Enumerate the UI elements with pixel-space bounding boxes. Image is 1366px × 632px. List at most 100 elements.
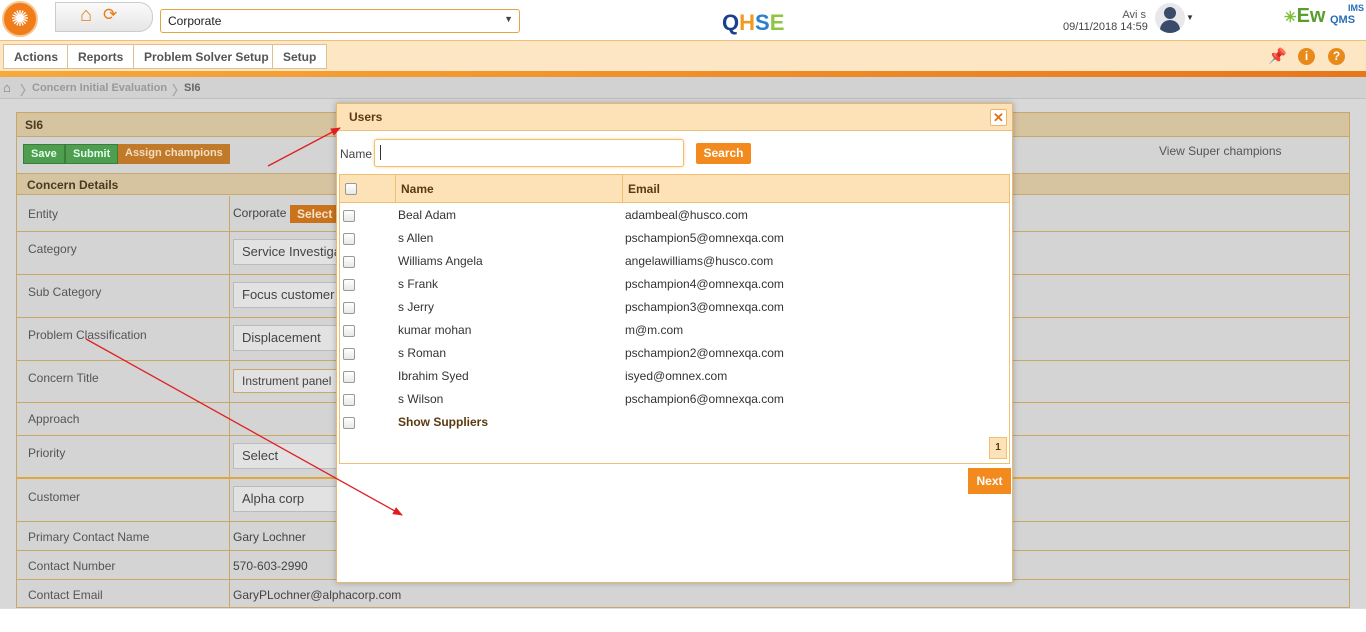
table-row[interactable]: Ibrahim Syed isyed@omnex.com (340, 365, 1009, 388)
pagination-page[interactable]: 1 (989, 437, 1007, 459)
field-label: Category (28, 242, 77, 256)
user-name-cell: Williams Angela (398, 254, 483, 268)
top-bar: ✺ ⌂ ⟳ Corporate ▼ QHSE Avi s 09/11/2018 … (0, 0, 1366, 40)
breadcrumb-home-icon[interactable]: ⌂ (3, 80, 11, 95)
user-email-cell: pschampion6@omnexqa.com (625, 392, 784, 406)
breadcrumb: ⌂ 〉 Concern Initial Evaluation 〉 SI6 (0, 77, 1366, 99)
field-value: Gary Lochner (233, 530, 306, 544)
entity-select-value: Corporate (168, 14, 222, 28)
row-checkbox[interactable] (343, 210, 355, 222)
main-menu: Actions Reports Problem Solver Setup Set… (0, 40, 1366, 71)
entity-select[interactable]: Corporate ▼ (160, 9, 520, 33)
row-checkbox[interactable] (343, 394, 355, 406)
info-icon[interactable]: i (1298, 48, 1315, 65)
show-suppliers-row[interactable]: Show Suppliers (340, 411, 1009, 434)
view-super-champions-link[interactable]: View Super champions (1159, 144, 1282, 158)
table-row[interactable]: Beal Adam adambeal@husco.com (340, 204, 1009, 227)
menu-problem-solver-setup[interactable]: Problem Solver Setup (133, 44, 280, 69)
home-icon[interactable]: ⌂ (80, 4, 92, 27)
assign-champions-button[interactable]: Assign champions (118, 144, 230, 164)
user-email-cell: isyed@omnex.com (625, 369, 728, 383)
entity-select-button[interactable]: Select (290, 205, 340, 223)
next-button[interactable]: Next (968, 468, 1011, 494)
user-name-cell: Ibrahim Syed (398, 369, 469, 383)
breadcrumb-item[interactable]: Concern Initial Evaluation (32, 82, 167, 94)
table-row[interactable]: s Wilson pschampion6@omnexqa.com (340, 388, 1009, 411)
dialog-title: Users (349, 110, 383, 124)
show-suppliers-label[interactable]: Show Suppliers (398, 415, 488, 429)
field-value: Corporate (233, 206, 287, 220)
user-name-cell: Beal Adam (398, 208, 457, 222)
chevron-down-icon: ▼ (504, 14, 513, 24)
field-label: Concern Title (28, 371, 99, 385)
user-name-cell: s Roman (398, 346, 447, 360)
priority-select[interactable]: Select (233, 443, 343, 469)
user-name-cell: s Allen (398, 231, 434, 245)
show-suppliers-checkbox[interactable] (343, 417, 355, 429)
user-email-cell: pschampion3@omnexqa.com (625, 300, 784, 314)
refresh-icon[interactable]: ⟳ (103, 5, 117, 25)
column-header-email[interactable]: Email (623, 175, 1009, 203)
user-email-cell: pschampion2@omnexqa.com (625, 346, 784, 360)
row-checkbox[interactable] (343, 256, 355, 268)
table-row[interactable]: s Jerry pschampion3@omnexqa.com (340, 296, 1009, 319)
user-email-cell: adambeal@husco.com (625, 208, 748, 222)
menu-actions[interactable]: Actions (3, 44, 70, 69)
search-button[interactable]: Search (696, 143, 751, 164)
field-label: Approach (28, 412, 80, 426)
sub-category-select[interactable]: Focus customer (233, 282, 343, 308)
text-cursor (380, 145, 381, 160)
submit-button[interactable]: Submit (65, 144, 119, 164)
field-label: Customer (28, 490, 81, 504)
row-checkbox[interactable] (343, 348, 355, 360)
close-icon[interactable]: ✕ (990, 109, 1007, 126)
menu-setup[interactable]: Setup (272, 44, 328, 69)
table-row[interactable]: s Roman pschampion2@omnexqa.com (340, 342, 1009, 365)
concern-title-input[interactable]: Instrument panel (233, 369, 343, 393)
users-grid: Name Email Beal Adam adambeal@husco.com … (339, 174, 1010, 464)
avatar[interactable] (1155, 3, 1185, 33)
name-label: Name (340, 147, 373, 161)
user-email-cell: pschampion5@omnexqa.com (625, 231, 784, 245)
ewqims-logo: ✳Ew IMS QMS (1284, 3, 1364, 28)
field-label: Problem Classification (28, 328, 147, 342)
column-header-name[interactable]: Name (396, 175, 623, 203)
users-dialog: Users ✕ Name Search Name Email Beal Adam… (336, 103, 1013, 583)
row-checkbox[interactable] (343, 279, 355, 291)
category-select[interactable]: Service Investiga (233, 239, 343, 265)
brand-name: Ew (1296, 5, 1326, 27)
customer-select[interactable]: Alpha corp (233, 486, 343, 512)
user-name-cell: s Wilson (398, 392, 444, 406)
help-icon[interactable]: ? (1328, 48, 1345, 65)
field-label: Sub Category (28, 285, 102, 299)
table-row[interactable]: Williams Angela angelawilliams@husco.com (340, 250, 1009, 273)
pin-icon[interactable]: 📌 (1268, 47, 1287, 65)
current-datetime: 09/11/2018 14:59 (1063, 21, 1148, 33)
save-button[interactable]: Save (23, 144, 65, 164)
table-row[interactable]: s Allen pschampion5@omnexqa.com (340, 227, 1009, 250)
row-checkbox[interactable] (343, 302, 355, 314)
field-value: 570-603-2990 (233, 559, 308, 573)
field-label: Contact Email (28, 588, 103, 602)
menu-reports[interactable]: Reports (67, 44, 135, 69)
dialog-header: Users ✕ (337, 104, 1012, 131)
name-search-input[interactable] (374, 139, 684, 167)
user-email-cell: m@m.com (625, 323, 684, 337)
table-row[interactable]: s Frank pschampion4@omnexqa.com (340, 273, 1009, 296)
table-row[interactable]: kumar mohan m@m.com (340, 319, 1009, 342)
row-checkbox[interactable] (343, 325, 355, 337)
user-name-cell: kumar mohan (398, 323, 472, 337)
field-label: Priority (28, 446, 66, 460)
user-menu-caret-icon[interactable]: ▼ (1186, 13, 1194, 22)
sun-logo-icon[interactable]: ✺ (2, 1, 38, 37)
row-checkbox[interactable] (343, 371, 355, 383)
row-checkbox[interactable] (343, 233, 355, 245)
footer (0, 608, 1366, 632)
brand-star-icon: ✳ (1284, 9, 1297, 26)
user-name-cell: s Frank (398, 277, 439, 291)
select-all-checkbox[interactable] (345, 183, 357, 195)
brand-superscript: IMS (1348, 3, 1365, 13)
field-row-contact-email: Contact Email GaryPLochner@alphacorp.com (17, 580, 1349, 608)
problem-classification-select[interactable]: Displacement (233, 325, 343, 351)
grid-header: Name Email (340, 175, 1009, 203)
